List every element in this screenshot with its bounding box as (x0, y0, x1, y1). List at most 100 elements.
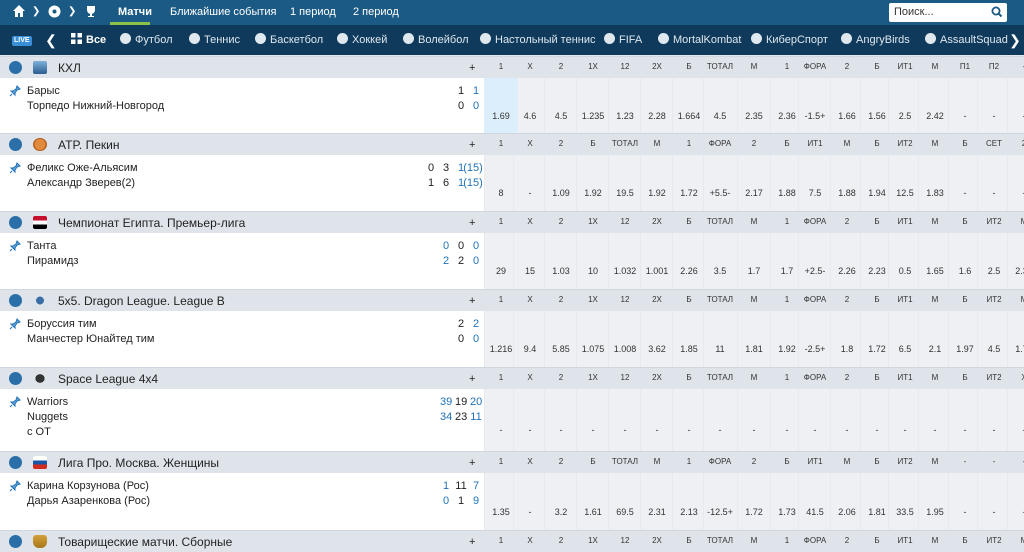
team-1-name[interactable]: Танта (27, 240, 56, 252)
market-header: 2 (1021, 139, 1024, 148)
league-header[interactable]: Лига Про. Москва. Женщины +1 X 2 Б ТОТАЛ М 1 ФОР… (0, 451, 1024, 473)
expand-markets-plus[interactable]: + (469, 295, 475, 307)
market-header: ТОТАЛ (706, 373, 734, 382)
market-header: 2 (751, 457, 757, 466)
league-header[interactable]: Space League 4x4 +1 X 2 1X 12 2X Б ТОТАЛ М 1 ФОРА 2 Б… (0, 367, 1024, 389)
market-header: М (1020, 536, 1024, 545)
pin-icon[interactable] (9, 162, 21, 174)
category-mortalkombat[interactable]: MortalKombat (658, 33, 741, 46)
team-2-name[interactable]: Манчестер Юнайтед тим (27, 333, 155, 345)
grid-icon (71, 33, 82, 44)
market-header: 12 (620, 373, 630, 382)
scroll-left-chevron-icon[interactable]: ❮ (42, 32, 60, 55)
search-icon[interactable] (990, 4, 1004, 20)
team-1-name[interactable]: Карина Корзунова (Рос) (27, 480, 149, 492)
market-header: X (527, 536, 533, 545)
category-assaultsquad[interactable]: AssaultSquad (925, 33, 1008, 46)
score-value: 0 (472, 255, 480, 267)
home-icon[interactable] (12, 4, 26, 21)
category-tennis[interactable]: Теннис (189, 33, 240, 46)
category-all[interactable]: Все (71, 33, 106, 46)
pin-icon[interactable] (9, 240, 21, 252)
market-header: - (1007, 457, 1024, 466)
category-hockey[interactable]: Хоккей (337, 33, 387, 46)
market-header: Б (590, 457, 596, 466)
market-header: 2 (844, 217, 850, 226)
market-header: М (931, 295, 939, 304)
expand-markets-plus[interactable]: + (469, 217, 475, 229)
pin-icon[interactable] (9, 480, 21, 492)
league-header[interactable]: 5x5. Dragon League. League B +1 X 2 1X 12 2X Б Т… (0, 289, 1024, 311)
market-header: Х (1007, 373, 1024, 382)
category-angrybirds[interactable]: AngryBirds (841, 33, 910, 46)
team-2-name[interactable]: Торпедо Нижний-Новгород (27, 100, 164, 112)
pin-icon[interactable] (9, 318, 21, 330)
category-basketball[interactable]: Баскетбол (255, 33, 323, 46)
tab-upcoming[interactable]: Ближайшие события (170, 6, 277, 18)
soccer-ball-icon[interactable] (48, 5, 61, 21)
market-header: - (1007, 62, 1024, 71)
league-header[interactable]: Чемпионат Египта. Премьер-лига +1 X 2 1X 12 2X… (0, 211, 1024, 233)
market-header: М (931, 217, 939, 226)
market-header: 2 (844, 536, 850, 545)
tab-matches[interactable]: Матчи (118, 6, 152, 18)
league-name: Лига Про. Москва. Женщины (58, 456, 220, 470)
expand-markets-plus[interactable]: + (469, 536, 475, 548)
pin-icon[interactable] (9, 85, 21, 97)
team-1-name[interactable]: Боруссия тим (27, 318, 97, 330)
score-value: 0 (472, 333, 480, 345)
market-header: ФОРА (803, 62, 827, 71)
team-3-label: с ОТ (27, 426, 51, 438)
tab-period-1[interactable]: 1 период (290, 6, 336, 18)
category-football[interactable]: Футбол (120, 33, 173, 46)
league-name: ATP. Пекин (58, 138, 120, 152)
market-header: ИТ1 (807, 139, 823, 148)
team-1-name[interactable]: Барыс (27, 85, 60, 97)
market-header: ИТ2 (986, 295, 1002, 304)
team-1-name[interactable]: Феликс Оже-Альясим (27, 162, 138, 174)
league-name: КХЛ (58, 61, 81, 75)
category-label: КиберСпорт (766, 34, 828, 46)
expand-markets-plus[interactable]: + (469, 457, 475, 469)
market-header: 1X (588, 217, 598, 226)
angrybirds-icon (841, 33, 852, 44)
expand-markets-plus[interactable]: + (469, 62, 475, 74)
team-2-name[interactable]: Александр Зверев(2) (27, 177, 135, 189)
score-value: 2 (472, 318, 480, 330)
search-input[interactable]: Поиск... (889, 3, 1007, 22)
pin-icon[interactable] (9, 396, 21, 408)
market-header: 2X (652, 536, 662, 545)
category-volleyball[interactable]: Волейбол (403, 33, 469, 46)
live-badge[interactable]: LIVE (12, 33, 32, 46)
expand-markets-plus[interactable]: + (469, 373, 475, 385)
market-header: 2 (558, 295, 564, 304)
market-header: 1X (588, 373, 598, 382)
market-header: М (843, 457, 851, 466)
league-header[interactable]: ATP. Пекин +1 X 2 Б ТОТАЛ М 1 ФОРА 2 Б ИТ1 М Б ИТ2 М Б СЕ… (0, 133, 1024, 155)
tennis-icon (9, 456, 22, 469)
league-header[interactable]: КХЛ+1X21X122XБТОТАЛМ1ФОРА2БИТ1МП1П2- (0, 56, 1024, 78)
tab-period-2[interactable]: 2 период (353, 6, 399, 18)
team-2-name[interactable]: Nuggets (27, 411, 68, 423)
market-header: 2 (558, 457, 564, 466)
category-table-tennis[interactable]: Настольный теннис (480, 33, 596, 46)
market-header: ИТ1 (897, 373, 913, 382)
market-header: ФОРА (708, 457, 732, 466)
category-fifa[interactable]: FIFA (604, 33, 642, 46)
market-header: ИТ1 (897, 536, 913, 545)
team-2-name[interactable]: Пирамидз (27, 255, 78, 267)
trophy-icon[interactable] (84, 5, 98, 21)
market-header: М (1020, 295, 1024, 304)
market-header: Б (590, 139, 596, 148)
football-icon (9, 294, 22, 307)
scroll-right-chevron-icon[interactable]: ❯ (1006, 32, 1024, 55)
category-label: Футбол (135, 34, 173, 46)
category-esports[interactable]: КиберСпорт (751, 33, 828, 46)
football-icon (120, 33, 131, 44)
league-name: 5x5. Dragon League. League B (58, 294, 225, 308)
league-header[interactable]: Товарищеские матчи. Сборные +1 X 2 1X 12 2X Б ТО… (0, 530, 1024, 552)
team-2-name[interactable]: Дарья Азаренкова (Рос) (27, 495, 150, 507)
category-label: Теннис (204, 34, 241, 46)
team-1-name[interactable]: Warriors (27, 396, 68, 408)
expand-markets-plus[interactable]: + (469, 139, 475, 151)
